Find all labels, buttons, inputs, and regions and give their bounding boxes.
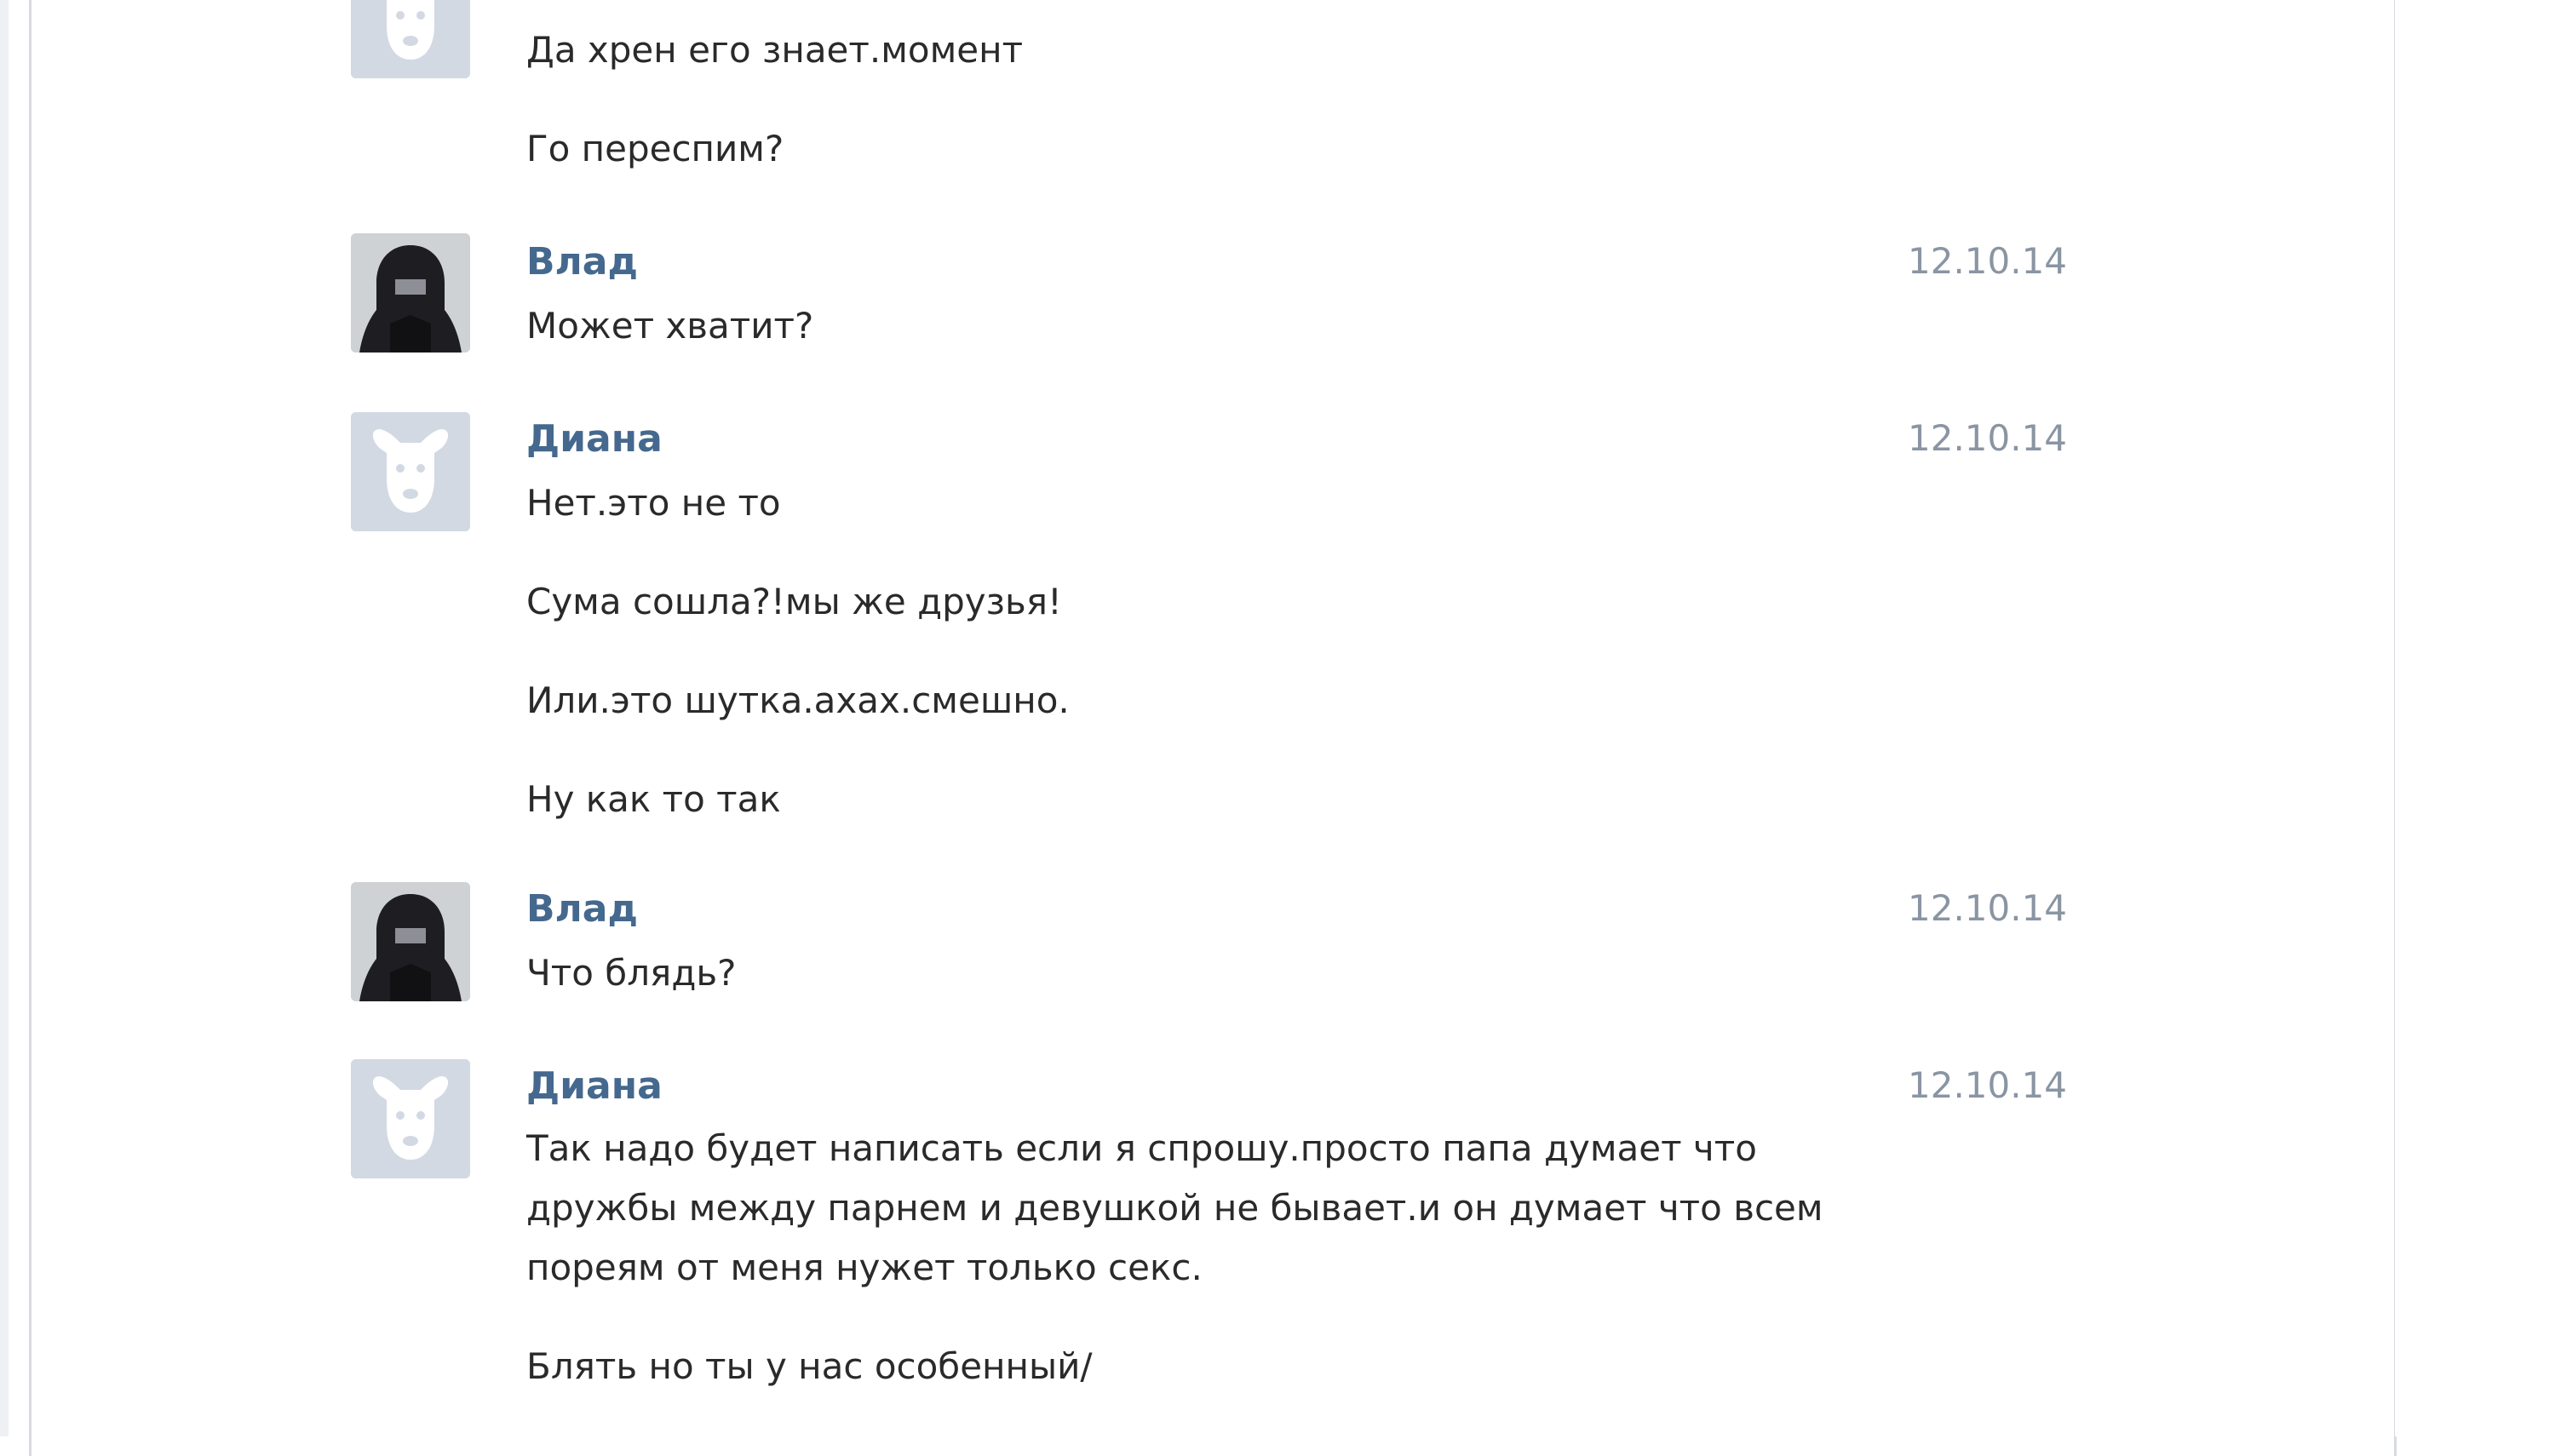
dog-icon [351,0,470,78]
avatar[interactable] [351,1059,470,1178]
avatar[interactable] [351,412,470,531]
message-text: Что блядь? [526,952,737,994]
message-date: 12.10.14 [1908,1064,2068,1106]
dog-icon [351,412,470,531]
author-name[interactable]: Диана [526,1068,663,1105]
avatar[interactable] [351,0,470,78]
message-text: Сума сошла?!мы же друзья! [526,581,1062,622]
author-name[interactable]: Диана [526,421,663,458]
message-text: Так надо будет написать если я спрошу.пр… [526,1127,1823,1288]
message-text: Да хрен его знает.момент [526,29,1024,71]
author-name[interactable]: Влад [526,244,638,281]
message-text: Нет.это не то [526,482,781,524]
left-edge [0,0,9,1436]
avatar[interactable] [351,882,470,1001]
hooded-user-icon [351,233,470,353]
right-edge [2395,0,2555,1436]
message-text: Ну как то так [526,778,781,820]
message-text: Блять но ты у нас особенный/ [526,1345,1093,1387]
author-name[interactable]: Влад [526,891,638,928]
message-text: Го переспим? [526,128,784,169]
avatar[interactable] [351,233,470,353]
message-date: 12.10.14 [1908,240,2068,282]
message-date: 12.10.14 [1908,417,2068,459]
hooded-user-icon [351,882,470,1001]
dog-icon [351,1059,470,1178]
message-date: 12.10.14 [1908,887,2068,929]
message-text: Может хватит? [526,305,814,347]
message-text: Или.это шутка.ахах.смешно. [526,679,1070,721]
